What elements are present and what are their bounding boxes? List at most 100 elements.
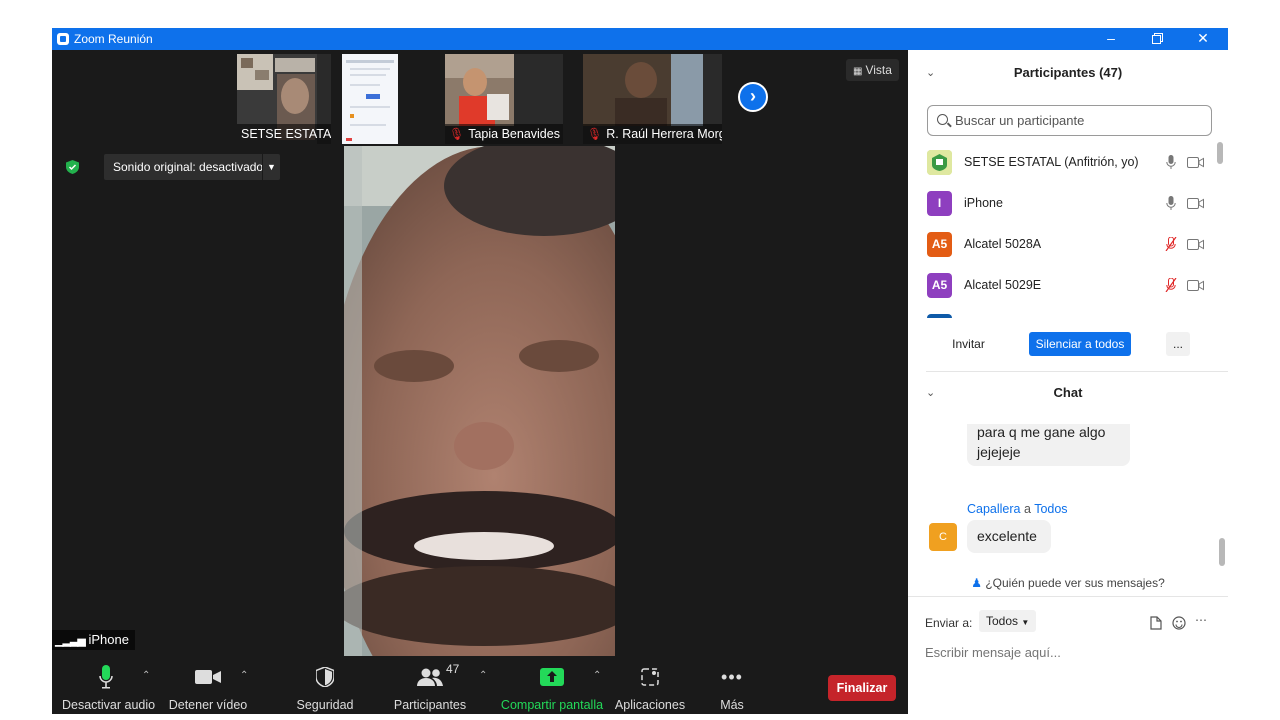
signal-strength-icon: ▁▂▃▅ — [55, 635, 86, 647]
zoom-logo-icon — [57, 33, 69, 45]
mute-all-button[interactable]: Silenciar a todos — [1029, 332, 1131, 356]
microphone-muted-icon[interactable] — [1164, 278, 1178, 292]
who-can-see-messages-link[interactable]: ♟︎ ¿Quién puede ver sus mensajes? — [908, 576, 1228, 596]
recipient-value: Todos — [986, 614, 1019, 628]
thumbnail-raul-herrera[interactable]: 🎙︎R. Raúl Herrera Morg... — [583, 54, 722, 144]
participant-row[interactable] — [908, 308, 1228, 318]
recipient-select[interactable]: Todos ▼ — [979, 610, 1037, 632]
collapse-chevron-icon[interactable]: ⌄ — [926, 57, 935, 89]
video-camera-icon[interactable] — [1187, 157, 1204, 168]
avatar — [927, 150, 952, 175]
video-camera-icon[interactable] — [1187, 198, 1204, 209]
thumbnail-setse-estatal[interactable]: SETSE ESTATAL — [237, 54, 331, 144]
microphone-icon[interactable] — [1166, 155, 1176, 169]
avatar — [927, 314, 952, 318]
collapse-chevron-icon[interactable]: ⌄ — [926, 377, 935, 409]
share-label: Compartir pantalla — [500, 698, 604, 712]
participant-name: Alcatel 5028A — [964, 237, 1042, 251]
security-label: Seguridad — [296, 698, 354, 712]
participant-row[interactable]: A5 Alcatel 5028A — [908, 226, 1228, 267]
apps-button[interactable]: Aplicaciones — [614, 664, 686, 712]
chat-recipient[interactable]: Todos — [1034, 502, 1067, 516]
more-options-icon[interactable]: ⋯ — [1195, 613, 1207, 627]
participants-options-caret-icon[interactable]: ⌃ — [479, 670, 487, 681]
more-dots-icon: ••• — [721, 666, 743, 687]
participant-row[interactable]: A5 Alcatel 5029E — [908, 267, 1228, 308]
thumbnail-label: SETSE ESTATAL — [237, 124, 331, 144]
chat-messages: para q me gane algo jejejeje Capallera a… — [908, 424, 1228, 570]
video-camera-icon[interactable] — [1187, 239, 1204, 250]
participant-search-input[interactable]: Buscar un participante — [927, 105, 1212, 136]
file-icon[interactable] — [1150, 616, 1162, 630]
participant-list: SETSE ESTATAL (Anfitrión, yo) I iPhone A… — [908, 144, 1228, 318]
chat-message-input[interactable] — [925, 641, 1215, 663]
chat-message-text: para q me gane algo — [977, 424, 1106, 440]
share-options-caret-icon[interactable]: ⌃ — [593, 670, 601, 681]
audio-options-caret-icon[interactable]: ⌃ — [142, 670, 150, 681]
participant-name: iPhone — [964, 196, 1003, 210]
zoom-window: Zoom Reunión – ✕ SETSE ESTATAL 🎙︎ Tapia … — [52, 28, 1228, 714]
emoji-icon[interactable] — [1172, 616, 1186, 630]
participant-row[interactable]: SETSE ESTATAL (Anfitrión, yo) — [908, 144, 1228, 185]
participant-row[interactable]: I iPhone — [908, 185, 1228, 226]
thumbnail-tapia-benavides[interactable]: 🎙︎Tapia Benavides Mari... — [445, 54, 563, 144]
participants-header: ⌄ Participantes (47) — [908, 57, 1228, 89]
close-window-button[interactable]: ✕ — [1180, 28, 1226, 50]
original-sound-label: Sonido original: desactivado — [113, 160, 264, 174]
meeting-toolbar: Desactivar audio ⌃ Detener vídeo ⌃ Segur… — [52, 656, 908, 714]
share-screen-button[interactable]: Compartir pantalla — [500, 664, 604, 712]
restore-button[interactable] — [1134, 28, 1180, 50]
speaker-name-tag: ▁▂▃▅ iPhone — [52, 630, 135, 650]
video-label: Detener vídeo — [168, 698, 248, 712]
send-to-label: Enviar a: — [925, 616, 973, 630]
participants-button[interactable]: 47 Participantes — [392, 662, 468, 712]
invite-button[interactable]: Invitar — [945, 332, 992, 356]
scrollbar-thumb[interactable] — [1219, 538, 1225, 566]
microphone-muted-icon[interactable] — [1164, 237, 1178, 251]
thumbnail-label: 🎙︎Tapia Benavides Mari... — [445, 124, 563, 144]
chat-sender-name[interactable]: Capallera — [967, 502, 1021, 516]
participant-name: SETSE ESTATAL (Anfitrión, yo) — [964, 155, 1139, 169]
apps-label: Aplicaciones — [614, 698, 686, 712]
share-screen-icon — [540, 668, 564, 686]
minimize-button[interactable]: – — [1088, 28, 1134, 50]
next-page-button[interactable]: › — [738, 82, 768, 112]
search-placeholder: Buscar un participante — [955, 113, 1085, 128]
view-label: Vista — [865, 63, 892, 77]
side-panel: ⌄ Participantes (47) Buscar un participa… — [908, 50, 1228, 692]
participants-count: 47 — [446, 662, 460, 676]
scrollbar-thumb[interactable] — [1217, 142, 1223, 164]
document-thumbnail — [342, 54, 398, 144]
stop-video-button[interactable]: Detener vídeo — [166, 664, 250, 712]
chat-scrollbar[interactable] — [1219, 424, 1225, 574]
thumbnail-document[interactable] — [342, 54, 398, 144]
view-button[interactable]: ▦ Vista — [846, 59, 899, 81]
more-button[interactable]: ••• Más — [712, 664, 752, 713]
original-sound-button[interactable]: Sonido original: desactivado ▼ — [104, 154, 280, 180]
security-button[interactable]: Seguridad — [290, 664, 360, 712]
person-lock-icon: ♟︎ — [971, 576, 982, 590]
who-can-see-label: ¿Quién puede ver sus mensajes? — [985, 576, 1165, 590]
chat-to-word: a — [1024, 502, 1031, 516]
caret-down-icon[interactable]: ▼ — [262, 154, 280, 180]
thumbnail-label: 🎙︎R. Raúl Herrera Morg... — [583, 124, 722, 144]
section-divider — [926, 371, 1228, 372]
microphone-icon[interactable] — [1166, 196, 1176, 210]
search-icon — [937, 114, 948, 125]
video-options-caret-icon[interactable]: ⌃ — [240, 670, 248, 681]
participant-name: Alcatel 5029E — [964, 278, 1042, 292]
avatar: A5 — [927, 232, 952, 257]
video-camera-icon[interactable] — [1187, 280, 1204, 291]
avatar: C — [929, 523, 957, 551]
restore-icon — [1151, 33, 1163, 44]
participant-thumbnail-strip: SETSE ESTATAL 🎙︎ Tapia Benavides 🎙︎ R. R… — [52, 50, 908, 146]
participants-scrollbar[interactable] — [1217, 140, 1223, 318]
chat-message-bubble: para q me gane algo jejejeje — [967, 424, 1130, 466]
participants-label: Participantes — [393, 698, 467, 712]
chat-header: ⌄ Chat — [908, 377, 1228, 409]
active-speaker-video — [344, 146, 615, 656]
security-shield-icon — [316, 667, 334, 687]
mute-button[interactable]: Desactivar audio — [62, 664, 155, 712]
more-options-button[interactable]: ... — [1166, 332, 1190, 356]
end-meeting-button[interactable]: Finalizar — [828, 675, 896, 701]
